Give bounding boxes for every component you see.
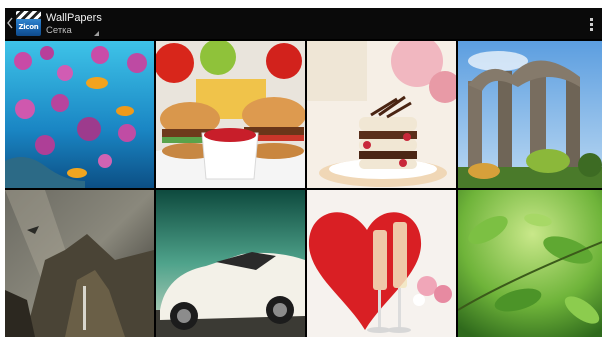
device-screen: Zicon WallPapers Сетка: [5, 8, 602, 337]
action-bar: Zicon WallPapers Сетка: [5, 8, 602, 39]
wallpaper-thumbnail[interactable]: [307, 190, 456, 337]
overflow-menu-button[interactable]: [586, 15, 598, 33]
green-leaves-image: [458, 190, 602, 337]
wallpaper-thumbnail[interactable]: [156, 41, 305, 188]
burgers-fries-image: [156, 41, 305, 188]
stone-ruins-image: [458, 41, 602, 188]
wallpaper-thumbnail[interactable]: [458, 190, 602, 337]
red-heart-champagne-image: [307, 190, 456, 337]
wallpaper-thumbnail[interactable]: [458, 41, 602, 188]
white-sports-car-image: [156, 190, 305, 337]
wallpaper-thumbnail[interactable]: [5, 190, 154, 337]
app-logo-text: Zicon: [18, 23, 39, 31]
app-logo-icon[interactable]: Zicon: [16, 11, 41, 36]
more-vert-icon-dot: [590, 23, 593, 26]
chevron-left-icon[interactable]: [7, 17, 13, 29]
chocolate-dessert-image: [307, 41, 456, 188]
jellyfish-reef-image: [5, 41, 154, 188]
view-mode-spinner[interactable]: Сетка: [46, 25, 72, 36]
more-vert-icon: [590, 18, 593, 21]
wallpaper-thumbnail[interactable]: [307, 41, 456, 188]
storm-cliffs-image: [5, 190, 154, 337]
app-title[interactable]: WallPapers: [46, 12, 102, 24]
spinner-triangle-icon: [94, 31, 99, 36]
wallpaper-thumbnail[interactable]: [156, 190, 305, 337]
wallpaper-thumbnail[interactable]: [5, 41, 154, 188]
clapperboard-icon: [16, 11, 41, 19]
more-vert-icon-dot: [590, 28, 593, 31]
wallpaper-grid: [5, 41, 602, 337]
